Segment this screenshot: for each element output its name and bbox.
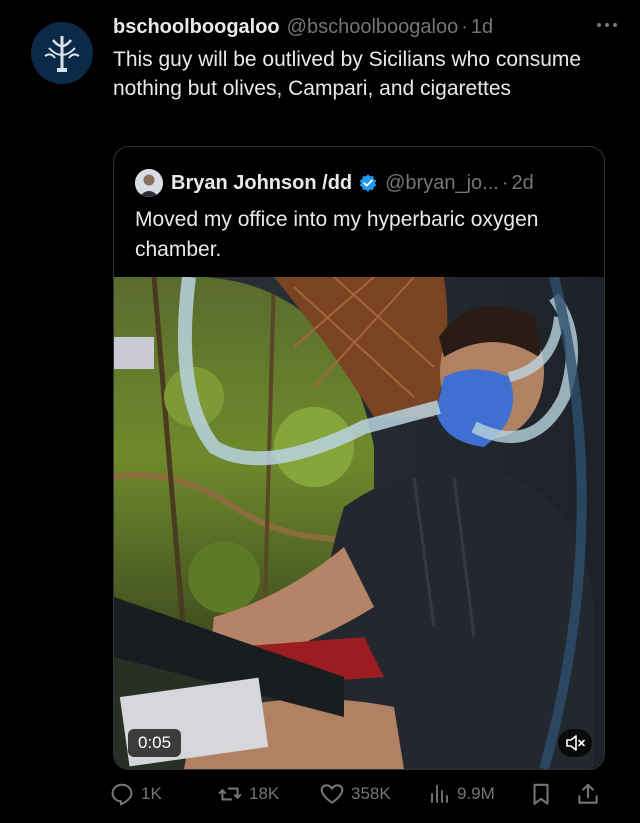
separator-dot: ·: [461, 15, 468, 38]
quoted-header: Bryan Johnson /dd @bryan_jo... · 2d: [135, 167, 590, 199]
video-player[interactable]: 0:05: [114, 277, 604, 769]
author-avatar[interactable]: [31, 22, 93, 84]
volume-muted-icon[interactable]: [558, 729, 592, 757]
views-count: 9.9M: [457, 784, 495, 803]
quoted-tweet-time[interactable]: 2d: [512, 172, 534, 195]
author-handle[interactable]: @bschoolboogaloo: [287, 16, 459, 39]
reply-button[interactable]: 1K: [109, 778, 162, 810]
action-bar: 1K 18K 358K 9.9M: [109, 778, 609, 810]
repost-count: 18K: [249, 784, 280, 803]
tweet-text: This guy will be outlived by Sicilians w…: [113, 48, 582, 100]
views-chart-icon: [431, 785, 448, 803]
crest-logo-icon: [31, 22, 93, 84]
tweet-time[interactable]: 1d: [471, 16, 493, 39]
verified-badge-icon: [358, 173, 378, 193]
quoted-author-name[interactable]: Bryan Johnson /dd: [171, 172, 352, 195]
repost-button[interactable]: 18K: [217, 778, 279, 810]
reply-count: 1K: [141, 784, 162, 803]
more-horizontal-icon[interactable]: [594, 15, 620, 35]
like-count: 358K: [351, 784, 391, 803]
heart-icon: [320, 784, 344, 804]
quoted-tweet-text: Moved my office into my hyperbaric oxyge…: [135, 208, 539, 261]
video-frame: [114, 277, 604, 769]
tweet-header: bschoolboogaloo @bschoolboogaloo · 1d: [113, 12, 620, 42]
author-name[interactable]: bschoolboogaloo: [113, 16, 280, 39]
bookmark-button[interactable]: [528, 778, 560, 810]
like-button[interactable]: 358K: [319, 778, 391, 810]
repost-icon: [218, 787, 242, 801]
quoted-tweet[interactable]: Bryan Johnson /dd @bryan_jo... · 2d Move…: [113, 146, 605, 770]
quoted-author-avatar[interactable]: [135, 169, 163, 197]
quoted-author-handle[interactable]: @bryan_jo...: [385, 172, 499, 195]
share-icon: [578, 783, 598, 804]
share-button[interactable]: [575, 778, 607, 810]
quoted-separator-dot: ·: [501, 171, 509, 194]
video-timestamp: 0:05: [128, 729, 182, 757]
views-button[interactable]: 9.9M: [427, 778, 495, 810]
bookmark-icon: [533, 783, 549, 805]
reply-icon: [111, 783, 133, 806]
